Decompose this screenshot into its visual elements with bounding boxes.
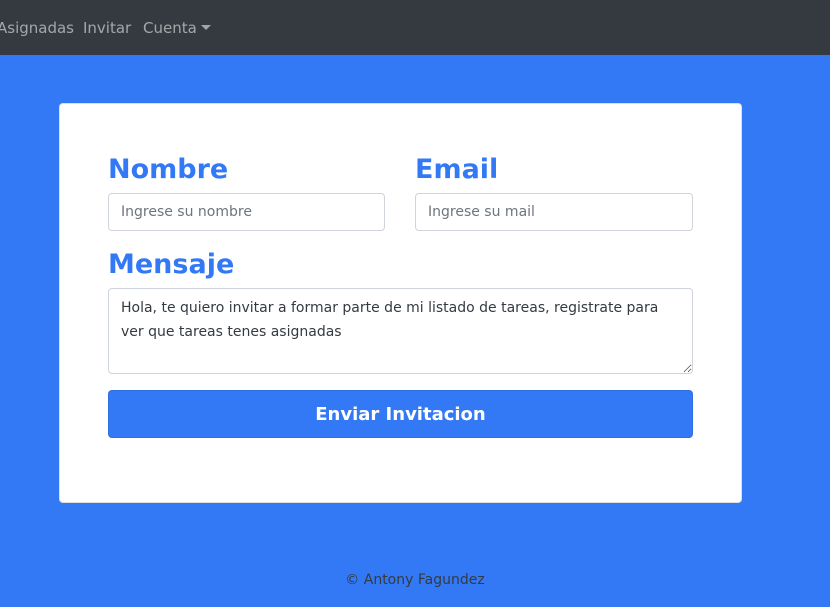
send-invitation-button[interactable]: Enviar Invitacion [108,390,693,438]
nav-dropdown-cuenta[interactable]: Cuenta [143,18,197,38]
footer-copyright: © Antony Fagundez [345,572,485,588]
invite-form-card: Nombre Email Mensaje Hola, te quiero inv… [59,103,742,503]
mensaje-label: Mensaje [108,249,235,280]
mensaje-textarea[interactable]: Hola, te quiero invitar a formar parte d… [108,288,693,374]
nombre-input[interactable] [108,193,385,231]
nav-link-asignadas[interactable]: Asignadas [0,18,74,38]
email-input[interactable] [415,193,693,231]
nav-link-invitar[interactable]: Invitar [83,18,131,38]
caret-down-icon[interactable] [201,25,211,30]
top-navbar: Asignadas Invitar Cuenta [0,0,830,55]
nombre-label: Nombre [108,154,229,185]
email-label: Email [415,154,499,185]
